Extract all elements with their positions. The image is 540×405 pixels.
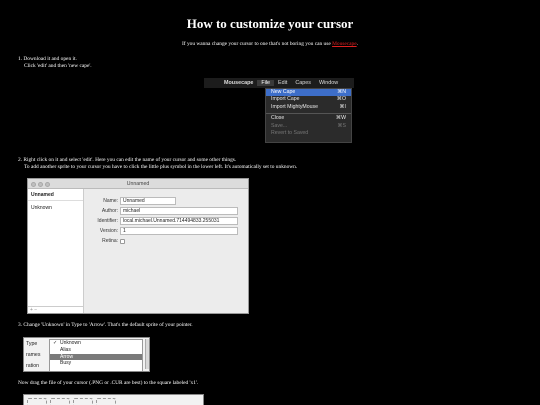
menu-item-close[interactable]: Close ⌘W [266,115,351,122]
author-field[interactable]: michael [120,207,238,215]
type-option-alias[interactable]: Alias [50,347,142,354]
sprite-slots-panel [23,394,204,405]
checkmark-icon: ✓ [53,340,58,346]
retina-label: Retina: [102,238,118,244]
mac-menubar: Mousecape File Edit Capes Window [204,78,354,88]
menu-item-revert: Revert to Saved [266,130,351,137]
sprite-slot[interactable] [73,398,93,405]
type-option-unknown[interactable]: ✓ Unknown [50,340,142,347]
sidebar-header[interactable]: Unnamed [28,189,83,201]
menu-item-new-cape[interactable]: New Cape ⌘N [266,89,351,97]
menu-file[interactable]: File [257,80,275,86]
page-title: How to customize your cursor [186,16,354,31]
menu-edit[interactable]: Edit [274,80,291,86]
menu-item-import-mightymouse[interactable]: Import MightyMouse ⌘I [266,104,351,111]
intro-end: . [356,41,358,47]
menu-separator [266,112,351,114]
sprite-slot[interactable] [96,398,116,405]
popup-scrollbar[interactable] [145,339,149,369]
file-dropdown-menu: New Cape ⌘N Import Cape ⌘O Import MightyMo… [265,88,352,143]
sprite-slot[interactable] [27,398,47,405]
type-label: Type [26,341,38,347]
mousecape-link[interactable]: Mousecape [332,41,357,47]
save-label: Save... [271,122,288,129]
import-mightymouse-shortcut: ⌘I [339,103,346,110]
type-option-busy[interactable]: Busy [50,360,142,367]
close-label: Close [271,115,285,122]
duration-label: ration [26,363,39,369]
version-label: Version: [99,228,118,234]
version-field[interactable]: 1 [120,227,238,235]
unknown-option-label: Unknown [60,340,81,346]
step-3-line-1: 3. Change 'Unknown' in Type to 'Arrow'. … [18,322,193,328]
drag-file-instruction: Now drag the file of your cursor (.PNG o… [18,380,199,386]
step-3-instruction: Now drag the file of your cursor (.PNG o… [18,380,198,387]
import-mightymouse-label: Import MightyMouse [271,103,318,110]
menu-window[interactable]: Window [315,80,342,86]
menu-capes[interactable]: Capes [291,80,315,86]
step-1-line-1: 1. Download it and open it. [18,56,77,62]
name-label: Name: [103,198,118,204]
retina-checkbox[interactable] [120,238,125,244]
new-cape-label: New Cape [271,89,296,95]
step-2-line-1: 2. Right click on it and select 'edit'. … [18,157,237,163]
sprite-slot[interactable] [50,398,70,405]
intro-text: If you wanna change your cursor to one t… [0,41,540,47]
identifier-label: Identifier: [97,218,118,224]
revert-label: Revert to Saved [271,129,309,136]
step-3-text: 3. Change 'Unknown' in Type to 'Arrow'. … [18,322,193,329]
identifier-field[interactable]: local.michael.Unnamed.714494833.255031 [120,217,238,225]
frames-label: rames [26,352,41,358]
sidebar-item-unknown[interactable]: Unknown [28,201,83,215]
cape-editor-window: Unnamed Unnamed Unknown + − Name: Unnamed… [27,178,249,314]
intro-sentence: If you wanna change your cursor to one t… [182,41,333,47]
author-label: Author: [101,208,118,214]
import-cape-shortcut: ⌘O [336,96,346,103]
type-option-arrow[interactable]: Arrow [50,353,142,361]
menu-mousecape[interactable]: Mousecape [220,80,257,86]
menu-item-save: Save... ⌘S [266,123,351,130]
step-2-text: 2. Right click on it and select 'edit'. … [18,157,297,170]
close-shortcut: ⌘W [335,115,346,122]
save-shortcut: ⌘S [337,122,346,129]
window-titlebar: Unnamed [28,179,248,189]
menu-item-import-cape[interactable]: Import Cape ⌘O [266,96,351,103]
new-cape-shortcut: ⌘N [337,89,346,95]
type-popup-list[interactable]: ✓ Unknown Alias Arrow Busy [49,339,143,371]
cursor-sidebar: Unnamed Unknown + − [28,189,84,313]
window-title: Unnamed [126,180,150,187]
step-2-line-2: To add another sprite to your cursor you… [24,163,298,170]
name-field[interactable]: Unnamed [120,197,176,205]
step-1-text: 1. Download it and open it. Click 'edit'… [18,56,92,69]
import-cape-label: Import Cape [271,96,300,103]
add-remove-buttons[interactable]: + − [28,306,83,313]
cape-details-form: Name: Unnamed Author: michael Identifier: l… [88,196,238,246]
type-settings-panel: Type rames ration ✓ Unknown Alias Arrow B… [23,337,150,372]
step-1-line-2: Click 'edit' and then 'new cape'. [24,62,92,69]
